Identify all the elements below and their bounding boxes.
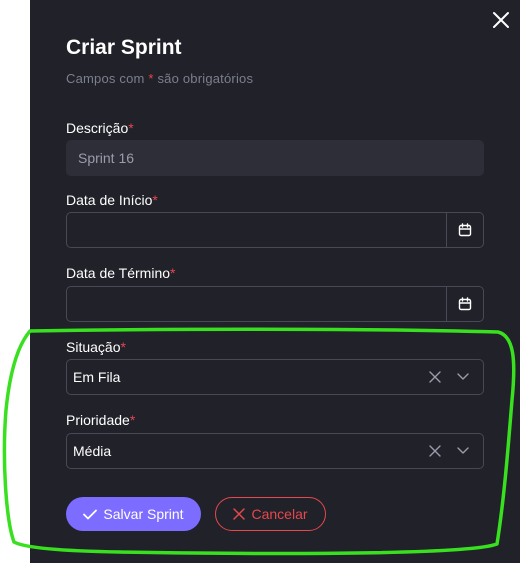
description-label: Descrição* xyxy=(66,120,134,136)
calendar-icon xyxy=(458,297,472,311)
dialog-title: Criar Sprint xyxy=(66,36,182,59)
cancel-label: Cancelar xyxy=(251,506,308,522)
status-value: Em Fila xyxy=(73,369,121,385)
end-date-picker xyxy=(66,286,484,322)
x-icon xyxy=(233,508,246,520)
status-select[interactable]: Em Fila xyxy=(66,359,484,395)
start-date-calendar-button[interactable] xyxy=(446,213,483,247)
status-label: Situação* xyxy=(66,339,126,355)
start-date-label: Data de Início* xyxy=(66,192,158,208)
description-input[interactable]: Sprint 16 xyxy=(66,140,484,176)
priority-clear-button[interactable] xyxy=(421,437,449,465)
start-date-input[interactable] xyxy=(67,213,446,247)
calendar-icon xyxy=(458,223,472,237)
required-note: Campos com * são obrigatórios xyxy=(66,71,254,86)
status-dropdown-button[interactable] xyxy=(449,363,477,391)
end-date-input[interactable] xyxy=(67,287,446,321)
close-icon xyxy=(493,12,509,28)
check-icon xyxy=(83,509,98,519)
chevron-down-icon xyxy=(457,373,469,380)
priority-label: Prioridade* xyxy=(66,412,136,428)
end-date-calendar-button[interactable] xyxy=(446,287,483,321)
clear-icon xyxy=(429,445,441,457)
priority-dropdown-button[interactable] xyxy=(449,437,477,465)
clear-icon xyxy=(429,371,441,383)
save-sprint-label: Salvar Sprint xyxy=(103,506,184,522)
chevron-down-icon xyxy=(457,447,469,454)
end-date-label: Data de Término* xyxy=(66,265,176,281)
priority-select[interactable]: Média xyxy=(66,433,484,469)
priority-value: Média xyxy=(73,443,112,459)
save-sprint-button[interactable]: Salvar Sprint xyxy=(66,497,201,531)
close-button[interactable] xyxy=(489,8,513,32)
status-clear-button[interactable] xyxy=(421,363,449,391)
start-date-picker xyxy=(66,212,484,248)
cancel-button[interactable]: Cancelar xyxy=(215,497,326,531)
